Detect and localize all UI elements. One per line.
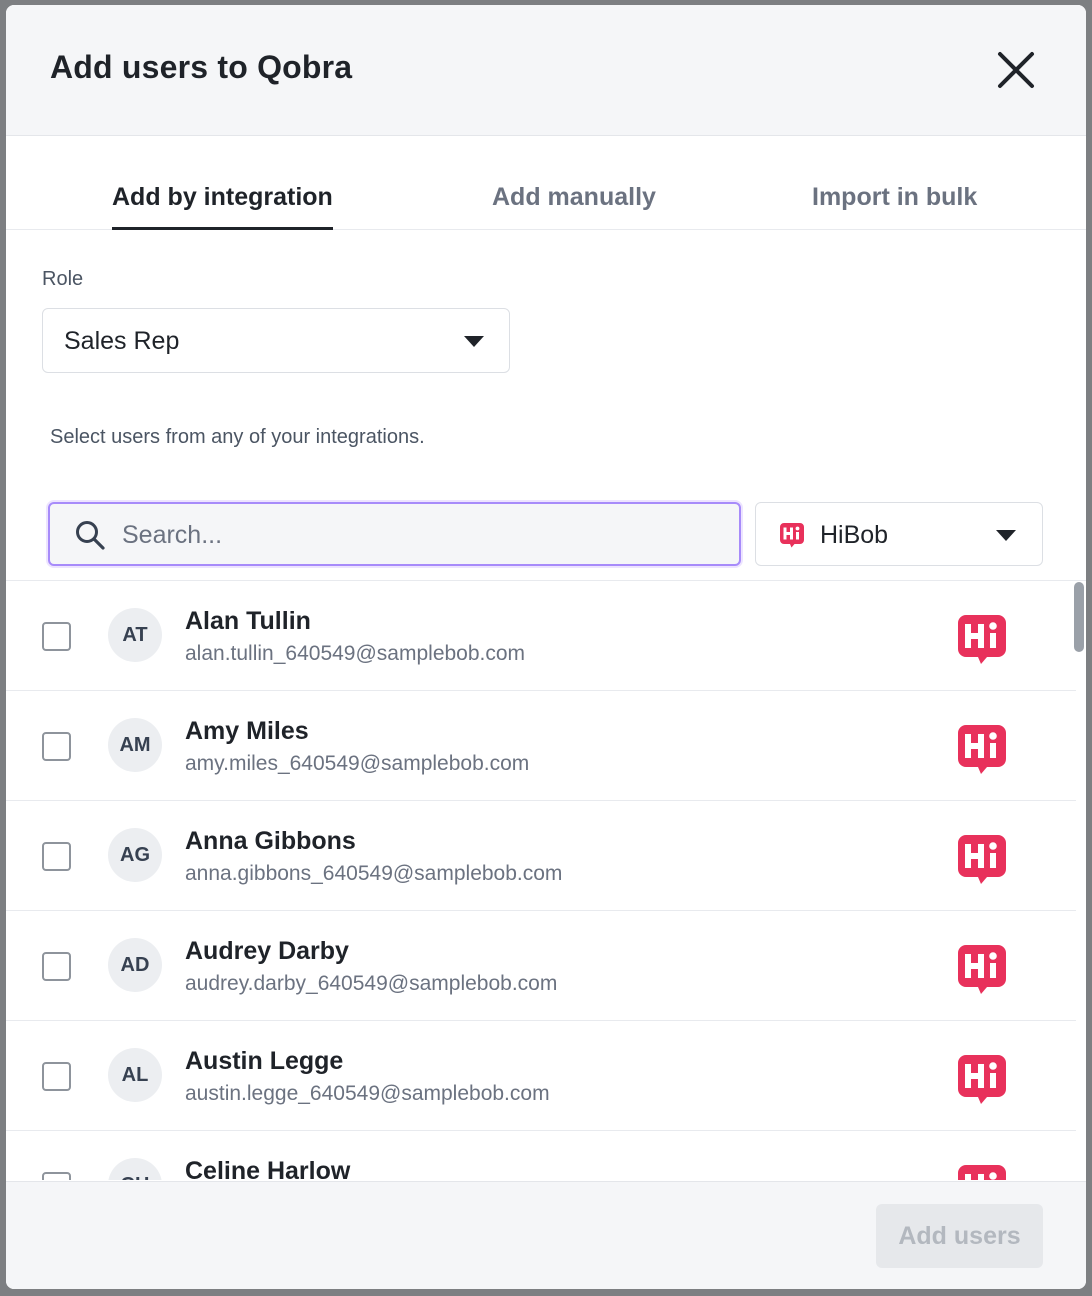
caret-down-icon bbox=[996, 530, 1016, 541]
search-icon bbox=[76, 521, 105, 550]
user-checkbox[interactable] bbox=[42, 842, 71, 871]
modal-title: Add users to Qobra bbox=[50, 49, 353, 85]
close-icon bbox=[998, 52, 1034, 88]
tab-bar: Add by integration Add manually Import i… bbox=[6, 136, 1086, 230]
hibob-icon bbox=[958, 725, 1006, 774]
user-name: Amy Miles bbox=[185, 717, 309, 745]
role-select[interactable]: Sales Rep bbox=[42, 308, 510, 373]
integration-hint: Select users from any of your integratio… bbox=[50, 426, 425, 448]
user-name: Anna Gibbons bbox=[185, 827, 356, 855]
tab-add-by-integration[interactable]: Add by integration bbox=[112, 183, 333, 230]
caret-down-icon bbox=[464, 336, 484, 347]
user-row[interactable]: AG Anna Gibbons anna.gibbons_640549@sample… bbox=[6, 801, 1076, 911]
role-select-value: Sales Rep bbox=[64, 327, 180, 355]
hibob-icon bbox=[958, 1055, 1006, 1104]
hibob-icon bbox=[780, 523, 804, 548]
user-name: Celine Harlow bbox=[185, 1157, 351, 1180]
user-email: alan.tullin_640549@samplebob.com bbox=[185, 642, 526, 665]
user-name: Audrey Darby bbox=[185, 937, 349, 965]
user-email: audrey.darby_640549@samplebob.com bbox=[185, 972, 558, 995]
avatar: AM bbox=[108, 718, 162, 772]
search-input[interactable] bbox=[122, 514, 722, 556]
role-label: Role bbox=[42, 268, 84, 290]
user-checkbox[interactable] bbox=[42, 622, 71, 651]
modal-body: Role Sales Rep Select users from any of … bbox=[6, 230, 1086, 1289]
hibob-icon bbox=[958, 835, 1006, 884]
user-row[interactable]: AT Alan Tullin alan.tullin_640549@samplebo… bbox=[6, 581, 1076, 691]
hibob-icon bbox=[958, 1165, 1006, 1180]
user-email: amy.miles_640549@samplebob.com bbox=[185, 752, 530, 775]
hibob-icon bbox=[958, 945, 1006, 994]
integration-select-value: HiBob bbox=[820, 521, 889, 549]
user-row[interactable]: CH Celine Harlow bbox=[6, 1131, 1076, 1180]
user-row[interactable]: AD Audrey Darby audrey.darby_640549@sample… bbox=[6, 911, 1076, 1021]
user-list: AT Alan Tullin alan.tullin_640549@samplebo… bbox=[6, 580, 1086, 1180]
user-checkbox[interactable] bbox=[42, 952, 71, 981]
avatar: AL bbox=[108, 1048, 162, 1102]
search-box[interactable] bbox=[48, 502, 741, 566]
avatar: CH bbox=[108, 1158, 162, 1180]
tab-add-manually[interactable]: Add manually bbox=[492, 183, 656, 212]
user-checkbox[interactable] bbox=[42, 1062, 71, 1091]
modal-header: Add users to Qobra bbox=[6, 5, 1086, 136]
scrollbar-thumb[interactable] bbox=[1074, 582, 1084, 652]
integration-select[interactable]: HiBob bbox=[755, 502, 1043, 566]
user-checkbox[interactable] bbox=[42, 1172, 71, 1180]
avatar: AT bbox=[108, 608, 162, 662]
user-checkbox[interactable] bbox=[42, 732, 71, 761]
user-row[interactable]: AL Austin Legge austin.legge_640549@sample… bbox=[6, 1021, 1076, 1131]
user-name: Austin Legge bbox=[185, 1047, 344, 1075]
modal-footer: Add users bbox=[6, 1181, 1086, 1289]
user-email: anna.gibbons_640549@samplebob.com bbox=[185, 862, 563, 885]
hibob-icon bbox=[958, 615, 1006, 664]
close-button[interactable] bbox=[996, 50, 1036, 90]
avatar: AD bbox=[108, 938, 162, 992]
add-users-button[interactable]: Add users bbox=[876, 1204, 1043, 1268]
user-name: Alan Tullin bbox=[185, 607, 311, 635]
user-row[interactable]: AM Amy Miles amy.miles_640549@samplebob.co… bbox=[6, 691, 1076, 801]
user-email: austin.legge_640549@samplebob.com bbox=[185, 1082, 550, 1105]
tab-import-in-bulk[interactable]: Import in bulk bbox=[812, 183, 977, 212]
add-users-modal: Add users to Qobra Add by integration Ad… bbox=[6, 5, 1086, 1289]
avatar: AG bbox=[108, 828, 162, 882]
